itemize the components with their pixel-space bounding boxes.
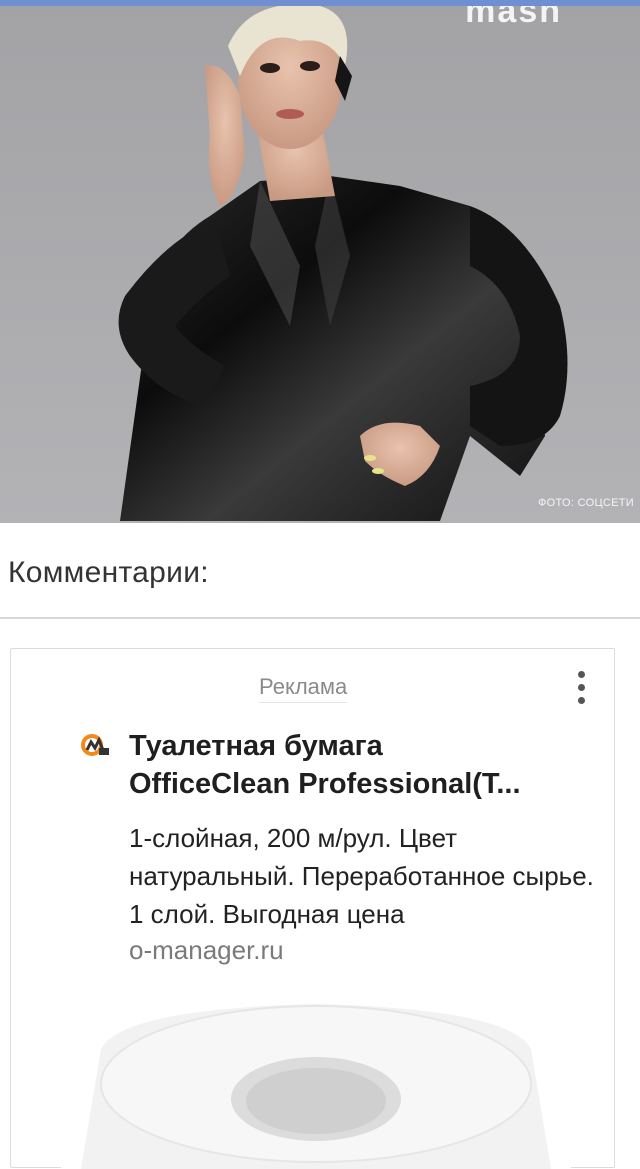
- ad-title[interactable]: Туалетная бумага OfficeClean Professiona…: [129, 727, 601, 803]
- article-hero-photo: mash ФОТО: СОЦСЕТИ: [0, 6, 640, 523]
- mash-watermark: mash: [465, 6, 562, 30]
- ad-title-line-2[interactable]: OfficeClean Professional(Т...: [129, 765, 601, 803]
- comments-heading: Комментарии:: [8, 556, 209, 589]
- advertisement-card[interactable]: Реклама Туалетная бумага OfficeClean Pro…: [10, 648, 615, 1169]
- ad-title-line-1[interactable]: Туалетная бумага: [129, 730, 383, 762]
- photo-credit: ФОТО: СОЦСЕТИ: [537, 497, 634, 509]
- ad-description: 1-слойная, 200 м/рул. Цвет натуральный. …: [129, 823, 594, 929]
- toilet-paper-roll-image[interactable]: [61, 989, 571, 1169]
- ad-label: Реклама: [259, 674, 348, 703]
- office-manager-logo-icon: [81, 734, 111, 758]
- section-divider: [0, 617, 640, 619]
- more-vertical-icon[interactable]: [571, 667, 591, 711]
- woman-in-black-satin-shirt-image: [118, 6, 568, 521]
- ad-domain-link[interactable]: o-manager.ru: [129, 935, 284, 966]
